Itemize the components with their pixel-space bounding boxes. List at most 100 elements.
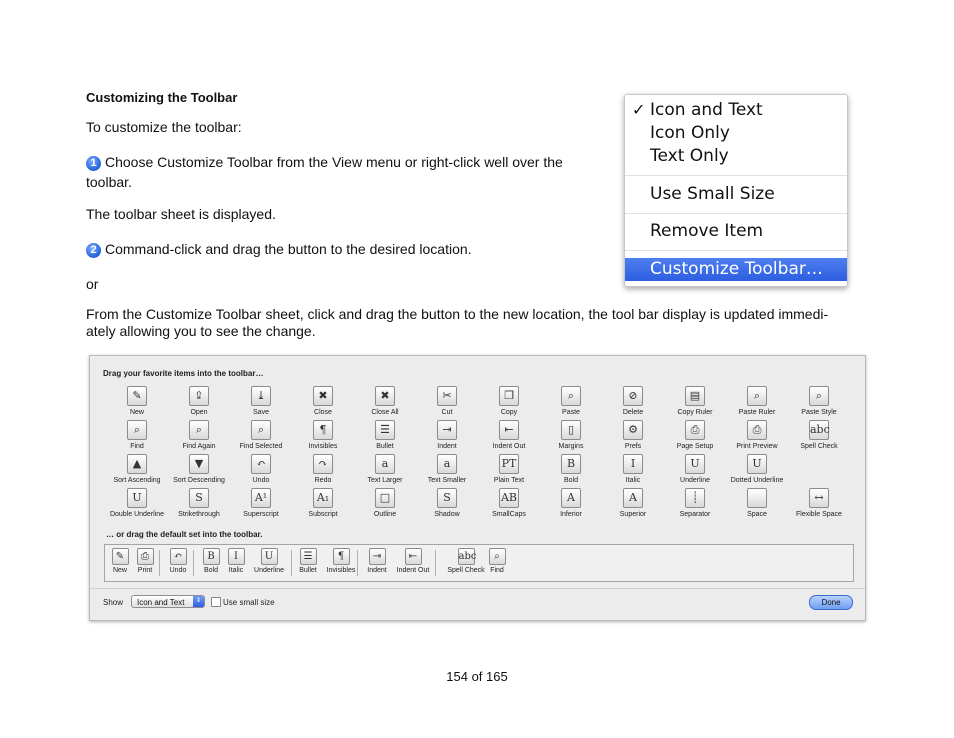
toolbar-separator bbox=[159, 550, 160, 576]
toolbar-item-icon: U bbox=[747, 454, 767, 474]
default-toolbar-item[interactable]: ↶ Undo bbox=[167, 548, 189, 575]
toolbar-item[interactable]: ⚙ Prefs bbox=[602, 420, 664, 451]
toolbar-item[interactable]: ⌕ Paste Ruler bbox=[726, 386, 788, 417]
toolbar-item-label: Close bbox=[314, 409, 332, 416]
toolbar-item[interactable]: ⤓ Save bbox=[230, 386, 292, 417]
default-toolbar-item[interactable]: ✎ New bbox=[109, 548, 131, 575]
toolbar-item[interactable]: ↶ Undo bbox=[230, 454, 292, 485]
toolbar-item[interactable]: □ Outline bbox=[354, 488, 416, 519]
toolbar-item-label: Spell Check bbox=[800, 443, 838, 450]
drag-items-label: Drag your favorite items into the toolba… bbox=[103, 369, 264, 378]
toolbar-item[interactable]: ⌕ Find Again bbox=[168, 420, 230, 451]
step-1-text: Choose Customize Toolbar from the View m… bbox=[105, 154, 563, 170]
toolbar-item[interactable]: ✖ Close All bbox=[354, 386, 416, 417]
default-toolbar-item[interactable]: ⎙ Print bbox=[133, 548, 157, 575]
toolbar-context-menu: ✓ Icon and Text Icon Only Text Only Use … bbox=[624, 94, 848, 287]
toolbar-item[interactable]: ✂ Cut bbox=[416, 386, 478, 417]
menu-item-use-small-size[interactable]: Use Small Size bbox=[625, 183, 847, 205]
toolbar-item-label: Paste Style bbox=[801, 409, 837, 416]
toolbar-item[interactable]: A Inferior bbox=[540, 488, 602, 519]
toolbar-item[interactable]: A Superior bbox=[602, 488, 664, 519]
default-toolbar-item[interactable]: I Italic bbox=[225, 548, 247, 575]
toolbar-item[interactable]: A₁ Subscript bbox=[292, 488, 354, 519]
toolbar-item-icon: ↷ bbox=[313, 454, 333, 474]
default-toolbar-item[interactable]: ¶ Invisibles bbox=[323, 548, 359, 575]
menu-item-icon-and-text[interactable]: ✓ Icon and Text bbox=[625, 99, 847, 121]
toolbar-item[interactable]: S Strikethrough bbox=[168, 488, 230, 519]
intro-text: To customize the toolbar: bbox=[86, 119, 242, 135]
toolbar-item[interactable]: U Double Underline bbox=[106, 488, 168, 519]
toolbar-item[interactable]: B Bold bbox=[540, 454, 602, 485]
default-toolbar-item[interactable]: ⇤ Indent Out bbox=[393, 548, 433, 575]
default-toolbar-item[interactable]: ⌕ Find bbox=[485, 548, 509, 575]
default-toolbar-item-icon: I bbox=[227, 548, 245, 565]
menu-item-remove-item[interactable]: Remove Item bbox=[625, 220, 847, 242]
default-toolbar-item[interactable]: ☰ Bullet bbox=[297, 548, 319, 575]
toolbar-item[interactable]: abc Spell Check bbox=[788, 420, 850, 451]
default-toolbar-item-icon: ✎ bbox=[111, 548, 129, 565]
menu-item-text-only[interactable]: Text Only bbox=[625, 145, 847, 167]
toolbar-item-label: Page Setup bbox=[676, 443, 714, 450]
toolbar-item-icon: ⇥ bbox=[437, 420, 457, 440]
done-button[interactable]: Done bbox=[809, 595, 853, 610]
default-toolbar-item-icon: ⇤ bbox=[404, 548, 422, 565]
toolbar-item[interactable]: ⇤ Indent Out bbox=[478, 420, 540, 451]
toolbar-item[interactable]: a Text Smaller bbox=[416, 454, 478, 485]
toolbar-item[interactable]: ⎙ Page Setup bbox=[664, 420, 726, 451]
default-toolbar-item[interactable]: ⇥ Indent bbox=[365, 548, 389, 575]
toolbar-item[interactable]: U Underline bbox=[664, 454, 726, 485]
toolbar-item-label: Indent bbox=[437, 443, 457, 450]
use-small-size-checkbox[interactable] bbox=[211, 597, 221, 607]
default-toolbar-item-icon: abc bbox=[457, 548, 476, 565]
toolbar-item[interactable]: ⇥ Indent bbox=[416, 420, 478, 451]
toolbar-item[interactable]: ⎙ Print Preview bbox=[726, 420, 788, 451]
menu-item-icon-only[interactable]: Icon Only bbox=[625, 122, 847, 144]
toolbar-item[interactable]: S Shadow bbox=[416, 488, 478, 519]
toolbar-item[interactable]: ▯ Margins bbox=[540, 420, 602, 451]
toolbar-item[interactable]: ✎ New bbox=[106, 386, 168, 417]
default-toolbar-item-icon: ↶ bbox=[169, 548, 187, 565]
toolbar-item[interactable]: ⌕ Paste bbox=[540, 386, 602, 417]
toolbar-item[interactable]: Space bbox=[726, 488, 788, 519]
toolbar-item-icon: ⌕ bbox=[561, 386, 581, 406]
toolbar-item-icon: A bbox=[561, 488, 581, 508]
toolbar-item[interactable]: PT Plain Text bbox=[478, 454, 540, 485]
toolbar-item[interactable]: ▤ Copy Ruler bbox=[664, 386, 726, 417]
default-toolbar-set[interactable]: ✎ New ⎙ Print ↶ Undo B Bold I Italic U Underline ☰ Bu… bbox=[104, 544, 854, 582]
toolbar-item-label: Invisibles bbox=[308, 443, 338, 450]
toolbar-item-icon: ▯ bbox=[561, 420, 581, 440]
toolbar-item[interactable]: ▼ Sort Descending bbox=[168, 454, 230, 485]
toolbar-item[interactable]: AB SmallCaps bbox=[478, 488, 540, 519]
default-toolbar-item-label: Indent Out bbox=[396, 567, 430, 574]
toolbar-item[interactable]: U Dotted Underline bbox=[726, 454, 788, 485]
menu-item-customize-toolbar[interactable]: Customize Toolbar… bbox=[625, 258, 847, 281]
toolbar-item[interactable]: ⊘ Delete bbox=[602, 386, 664, 417]
toolbar-item-label: Cut bbox=[441, 409, 453, 416]
toolbar-item-icon: S bbox=[189, 488, 209, 508]
toolbar-item-label: Find Selected bbox=[239, 443, 283, 450]
default-toolbar-item[interactable]: U Underline bbox=[251, 548, 287, 575]
toolbar-item-icon: a bbox=[375, 454, 395, 474]
toolbar-item[interactable]: ⌕ Find Selected bbox=[230, 420, 292, 451]
default-toolbar-item[interactable]: B Bold bbox=[201, 548, 221, 575]
toolbar-item-icon: AB bbox=[499, 488, 519, 508]
toolbar-item[interactable]: I Italic bbox=[602, 454, 664, 485]
toolbar-item[interactable]: ↔ Flexible Space bbox=[788, 488, 850, 519]
toolbar-item[interactable]: ✖ Close bbox=[292, 386, 354, 417]
toolbar-item[interactable]: A¹ Superscript bbox=[230, 488, 292, 519]
toolbar-item-icon: ⎙ bbox=[747, 420, 767, 440]
toolbar-item[interactable]: ⌕ Find bbox=[106, 420, 168, 451]
toolbar-item[interactable]: a Text Larger bbox=[354, 454, 416, 485]
toolbar-item[interactable]: ⌕ Paste Style bbox=[788, 386, 850, 417]
show-mode-popup[interactable]: Icon and Text ⇕ bbox=[131, 595, 205, 608]
default-toolbar-item[interactable]: abc Spell Check bbox=[445, 548, 487, 575]
toolbar-item[interactable]: ❐ Copy bbox=[478, 386, 540, 417]
toolbar-item[interactable]: ¶ Invisibles bbox=[292, 420, 354, 451]
default-toolbar-item-label: Find bbox=[490, 567, 504, 574]
toolbar-item[interactable]: ☰ Bullet bbox=[354, 420, 416, 451]
toolbar-item-icon: ✖ bbox=[375, 386, 395, 406]
toolbar-item[interactable]: ▲ Sort Ascending bbox=[106, 454, 168, 485]
toolbar-item[interactable]: ⇪ Open bbox=[168, 386, 230, 417]
toolbar-item[interactable]: ↷ Redo bbox=[292, 454, 354, 485]
toolbar-item[interactable]: ┊ Separator bbox=[664, 488, 726, 519]
